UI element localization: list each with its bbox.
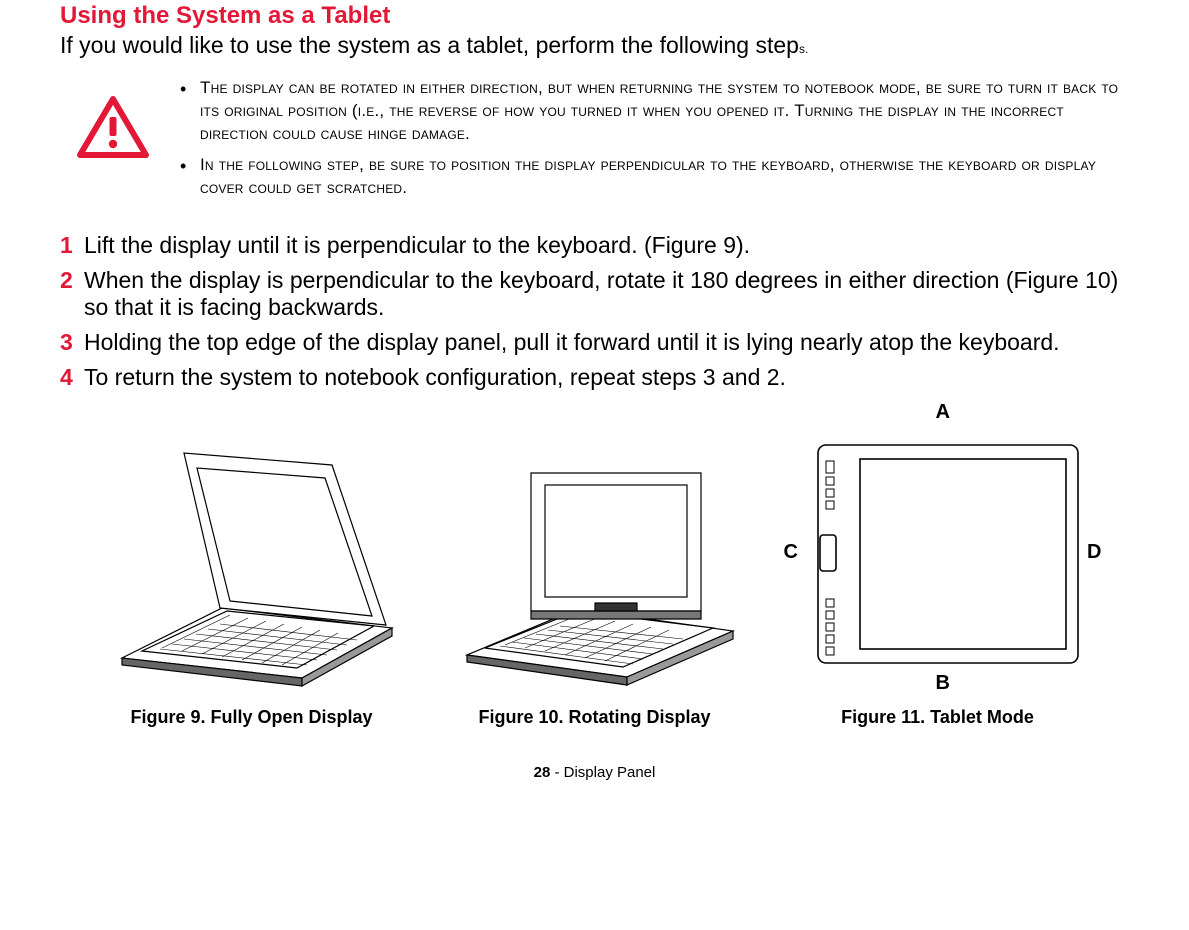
figure-11-label-a: A <box>936 401 950 424</box>
section-heading: Using the System as a Tablet <box>60 2 1129 30</box>
page-number: 28 <box>534 764 551 781</box>
warning-item: In the following step, be sure to positi… <box>174 154 1129 200</box>
step-text: To return the system to notebook configu… <box>84 364 1129 391</box>
figures-row: Figure 9. Fully Open Display <box>60 403 1129 728</box>
footer-section: - Display Panel <box>550 764 655 781</box>
step-item: 2 When the display is perpendicular to t… <box>60 267 1129 321</box>
steps-list: 1 Lift the display until it is perpendic… <box>60 232 1129 391</box>
figure-11-illustration: A B C D <box>768 403 1108 693</box>
figure-10-caption: Figure 10. Rotating Display <box>478 707 710 728</box>
figure-9-illustration <box>102 433 402 693</box>
warning-item: The display can be rotated in either dir… <box>174 77 1129 146</box>
step-number: 1 <box>60 232 84 259</box>
intro-text: If you would like to use the system as a… <box>60 32 1129 59</box>
step-item: 4 To return the system to notebook confi… <box>60 364 1129 391</box>
step-text: Lift the display until it is perpendicul… <box>84 232 1129 259</box>
page-footer: 28 - Display Panel <box>60 764 1129 781</box>
figure-11-label-b: B <box>936 672 950 695</box>
step-item: 1 Lift the display until it is perpendic… <box>60 232 1129 259</box>
warning-list: The display can be rotated in either dir… <box>174 77 1129 208</box>
figure-10: Figure 10. Rotating Display <box>423 433 766 728</box>
step-number: 3 <box>60 329 84 356</box>
step-number: 2 <box>60 267 84 321</box>
step-number: 4 <box>60 364 84 391</box>
figure-11: A B C D Figure 11. Tablet Mode <box>766 403 1109 728</box>
figure-10-illustration <box>445 433 745 693</box>
warning-block: The display can be rotated in either dir… <box>60 77 1129 208</box>
warning-icon <box>76 95 150 161</box>
figure-9-caption: Figure 9. Fully Open Display <box>130 707 372 728</box>
figure-9: Figure 9. Fully Open Display <box>80 433 423 728</box>
step-text: Holding the top edge of the display pane… <box>84 329 1129 356</box>
figure-11-label-c: C <box>784 541 798 564</box>
figure-11-label-d: D <box>1087 541 1101 564</box>
figure-11-caption: Figure 11. Tablet Mode <box>841 707 1034 728</box>
step-text: When the display is perpendicular to the… <box>84 267 1129 321</box>
step-item: 3 Holding the top edge of the display pa… <box>60 329 1129 356</box>
intro-tail: s. <box>799 42 808 56</box>
intro-main: If you would like to use the system as a… <box>60 32 799 58</box>
